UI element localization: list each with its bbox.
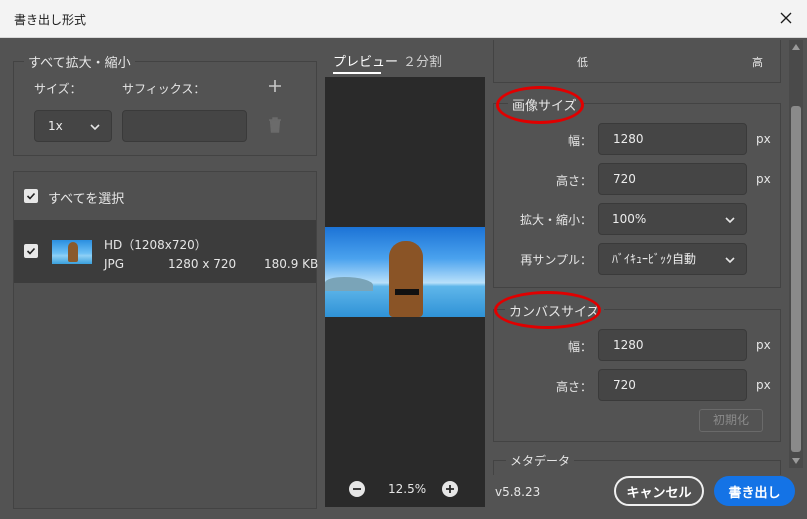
tab-split[interactable]: ２分割 [403, 51, 442, 70]
title-bar: 書き出し形式 [0, 0, 807, 38]
resample-label: 再サンプル： [520, 253, 592, 267]
asset-checkbox[interactable] [24, 244, 38, 258]
asset-row[interactable]: HD（1208x720） JPG 1280 x 720 180.9 KB [14, 220, 319, 283]
trash-icon [269, 117, 281, 133]
image-width-value: 1280 [613, 132, 644, 146]
select-all-label: すべてを選択 [48, 192, 125, 207]
asset-format: JPG [104, 257, 125, 271]
minus-circle-icon [349, 481, 365, 497]
height-label: 高さ： [555, 174, 592, 188]
canvas-width-input[interactable]: 1280 [598, 329, 747, 361]
image-height-unit: px [756, 172, 771, 186]
chevron-down-icon [725, 217, 735, 224]
canvas-height-unit: px [756, 378, 771, 392]
reset-button[interactable]: 初期化 [699, 409, 763, 432]
canvas-width-unit: px [756, 338, 771, 352]
image-height-input[interactable]: 720 [598, 163, 747, 195]
zoom-in-button[interactable] [442, 481, 458, 497]
scale-all-header: すべて拡大・縮小 [24, 52, 135, 71]
cancel-button[interactable]: キャンセル [614, 476, 704, 506]
select-all-checkbox[interactable] [24, 189, 38, 203]
plus-icon [269, 80, 281, 92]
suffix-label: サフィックス： [122, 82, 206, 96]
version-label: v5.8.23 [495, 485, 541, 499]
quality-low-label: 低 [577, 56, 588, 69]
checkmark-icon [26, 192, 36, 200]
canvas-width-value: 1280 [613, 338, 644, 352]
quality-panel [493, 40, 781, 83]
image-width-unit: px [756, 132, 771, 146]
width-label: 幅： [567, 134, 592, 148]
cancel-button-label: キャンセル [626, 485, 692, 501]
reset-button-label: 初期化 [712, 413, 749, 427]
zoom-level: 12.5% [388, 482, 427, 496]
delete-scale-button[interactable] [266, 116, 284, 134]
scale-select-value: 100% [612, 212, 647, 226]
tab-preview[interactable]: プレビュー [333, 51, 398, 70]
image-height-value: 720 [613, 172, 636, 186]
checkmark-icon [26, 247, 36, 255]
size-select-value: 1x [48, 119, 63, 133]
asset-dimensions: 1280 x 720 [168, 257, 237, 271]
preview-canvas: 12.5% [325, 77, 485, 507]
chevron-down-icon [90, 124, 100, 131]
tab-preview-underline [333, 72, 381, 74]
resample-select-value: ﾊﾞｲｷｭｰﾋﾞｯｸ自動 [612, 252, 697, 266]
close-icon [780, 12, 792, 24]
window-title: 書き出し形式 [14, 13, 87, 27]
export-as-dialog: 書き出し形式 すべて拡大・縮小 サイズ： サフィックス： 1x すべてを選択 H… [0, 0, 807, 519]
size-select[interactable]: 1x [34, 110, 112, 142]
image-width-input[interactable]: 1280 [598, 123, 747, 155]
scrollbar-thumb[interactable] [791, 106, 801, 452]
canvas-height-input[interactable]: 720 [598, 369, 747, 401]
annotation-circle-canvas-size [494, 291, 601, 329]
suffix-input[interactable] [122, 110, 247, 142]
scroll-down-icon [792, 458, 800, 464]
preview-image [325, 227, 485, 317]
scale-label: 拡大・縮小： [519, 213, 592, 227]
plus-circle-icon [442, 481, 458, 497]
quality-high-label: 高 [752, 56, 763, 69]
scrollbar-track[interactable] [789, 40, 803, 468]
close-button[interactable] [773, 5, 799, 31]
export-button[interactable]: 書き出し [714, 476, 795, 506]
chevron-down-icon [725, 257, 735, 264]
export-button-label: 書き出し [728, 485, 781, 501]
scale-select[interactable]: 100% [598, 203, 747, 235]
canvas-height-value: 720 [613, 378, 636, 392]
resample-select[interactable]: ﾊﾞｲｷｭｰﾋﾞｯｸ自動 [598, 243, 747, 275]
zoom-out-button[interactable] [349, 481, 365, 497]
canvas-width-label: 幅： [567, 340, 592, 354]
annotation-circle-image-size [496, 86, 584, 124]
scroll-up-icon [792, 44, 800, 50]
size-label: サイズ： [34, 82, 82, 96]
canvas-height-label: 高さ： [555, 380, 592, 394]
metadata-header: メタデータ [506, 452, 575, 469]
add-scale-button[interactable] [267, 78, 283, 94]
asset-filesize: 180.9 KB [264, 257, 319, 271]
asset-thumbnail [52, 240, 92, 264]
asset-name: HD（1208x720） [104, 238, 207, 252]
